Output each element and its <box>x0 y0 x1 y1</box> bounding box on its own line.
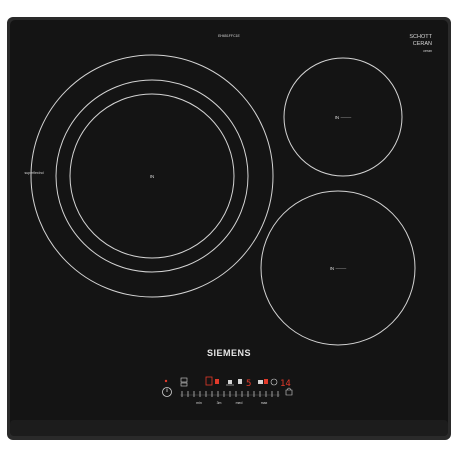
zone-indicator-b <box>215 379 219 384</box>
glass-brand-line3: ceran <box>423 49 432 53</box>
large-zone-label: superflexInd <box>24 171 43 175</box>
zone-indicator-g <box>264 379 268 384</box>
small-zone-mark: IN ⸻ <box>335 115 352 120</box>
medium-zone-mark: IN ⸻ <box>330 266 347 271</box>
large-zone-mark: IN <box>150 174 155 179</box>
timer-display: 14 <box>280 379 291 389</box>
slider-label-min: min <box>196 401 202 405</box>
glass-brand-line1: SCHOTT <box>409 34 432 40</box>
zone-indicator-c <box>228 380 232 384</box>
glass-brand-line2: CERAN <box>413 41 432 47</box>
slider-label-max: max <box>261 401 268 405</box>
siemens-logo: SIEMENS <box>207 348 251 358</box>
slider-label-med: med <box>236 401 243 405</box>
frame-bottom-edge <box>10 420 448 436</box>
induction-cooktop-image: EH651FFC1E SCHOTT CERAN ceran IN superfl… <box>7 17 451 440</box>
zone-indicator-f <box>258 380 263 384</box>
power-level-display: 5 <box>246 379 251 389</box>
slider-label-3m: 3m <box>217 401 222 405</box>
model-code: EH651FFC1E <box>218 34 240 38</box>
power-indicator-dot <box>164 379 168 383</box>
zone-indicator-e <box>238 379 242 384</box>
